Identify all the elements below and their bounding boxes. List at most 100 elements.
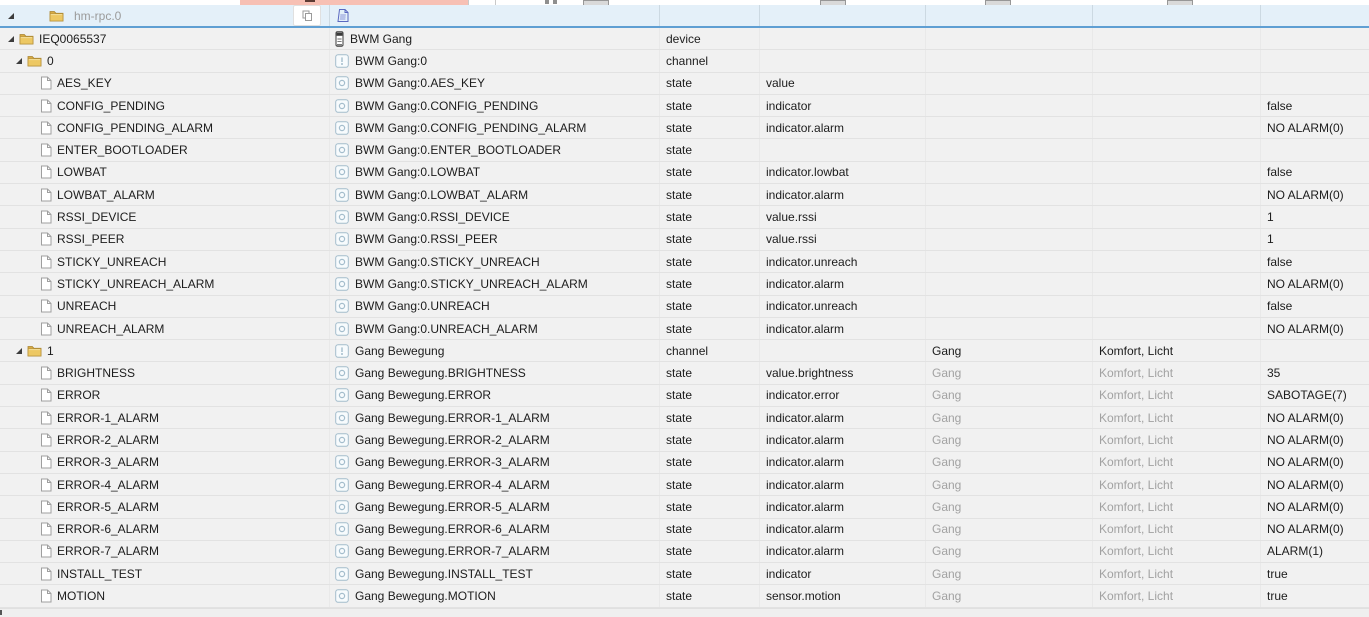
object-name-cell: BWM Gang:0.UNREACH_ALARM — [330, 317, 660, 340]
copy-id-button[interactable] — [293, 5, 321, 26]
tree-cell: ENTER_BOOTLOADER — [0, 139, 330, 161]
room-cell-text: Gang — [932, 566, 962, 581]
tree-item-label: ENTER_BOOTLOADER — [57, 143, 188, 158]
object-name-cell: Gang Bewegung.ERROR-4_ALARM — [330, 473, 660, 496]
room-cell-text: Gang — [932, 455, 962, 470]
table-row[interactable]: ERROR-2_ALARM Gang Bewegung.ERROR-2_ALARM… — [0, 429, 1369, 452]
tree-item-label: ERROR-2_ALARM — [57, 432, 160, 447]
type-cell: state — [660, 540, 760, 563]
state-icon — [335, 277, 349, 291]
table-row[interactable]: UNREACH_ALARM BWM Gang:0.UNREACH_ALARM sta… — [0, 317, 1369, 341]
function-cell — [1093, 250, 1261, 273]
table-row[interactable]: 1 Gang Bewegung channel Gang Komfort, Licht — [0, 340, 1369, 363]
value-cell-text: NO ALARM(0) — [1267, 410, 1344, 425]
function-cell: Komfort, Licht — [1093, 518, 1261, 540]
value-cell-text: false — [1267, 254, 1293, 269]
value-cell — [1261, 73, 1369, 94]
object-name-cell: BWM Gang:0.RSSI_DEVICE — [330, 206, 660, 228]
expander-icon[interactable] — [7, 12, 15, 20]
type-cell-text: state — [666, 410, 693, 425]
table-row[interactable]: LOWBAT_ALARM BWM Gang:0.LOWBAT_ALARM state… — [0, 184, 1369, 207]
value-cell: false — [1261, 162, 1369, 183]
toolbar-button-fragment[interactable] — [583, 0, 609, 5]
table-row[interactable]: ERROR-1_ALARM Gang Bewegung.ERROR-1_ALARM… — [0, 407, 1369, 430]
room-cell — [926, 317, 1093, 340]
object-name-cell: Gang Bewegung.ERROR-3_ALARM — [330, 451, 660, 473]
table-row[interactable]: LOWBAT BWM Gang:0.LOWBAT state indicator.lo… — [0, 161, 1369, 185]
role-cell: indicator.alarm — [760, 451, 926, 473]
tree-item-label: INSTALL_TEST — [57, 566, 143, 581]
tree-row-root[interactable]: hm-rpc.0 — [0, 5, 1369, 28]
value-cell-text: false — [1267, 165, 1293, 180]
table-row[interactable]: STICKY_UNREACH_ALARM BWM Gang:0.STICKY_UN… — [0, 273, 1369, 296]
object-name-cell: BWM Gang:0.ENTER_BOOTLOADER — [330, 139, 660, 161]
type-cell-text: state — [666, 210, 693, 225]
function-cell-text: Komfort, Licht — [1099, 589, 1174, 604]
expander-icon[interactable] — [7, 35, 15, 43]
table-row[interactable]: ERROR-3_ALARM Gang Bewegung.ERROR-3_ALARM… — [0, 451, 1369, 474]
table-row[interactable]: 0 BWM Gang:0 channel — [0, 50, 1369, 73]
table-row[interactable]: BRIGHTNESS Gang Bewegung.BRIGHTNESS state v… — [0, 362, 1369, 385]
role-cell: indicator.unreach — [760, 295, 926, 317]
function-cell — [1093, 72, 1261, 94]
table-row[interactable]: UNREACH BWM Gang:0.UNREACH state indicator.… — [0, 295, 1369, 318]
table-row[interactable]: IEQ0065537 BWM Gang device — [0, 28, 1369, 51]
object-name-label: Gang Bewegung — [355, 343, 445, 358]
role-cell: indicator.unreach — [760, 250, 926, 273]
expander-icon[interactable] — [15, 57, 23, 65]
room-cell — [926, 72, 1093, 94]
toolbar-button-fragment[interactable] — [985, 0, 1011, 5]
value-cell-text: NO ALARM(0) — [1267, 187, 1344, 202]
value-cell-text: NO ALARM(0) — [1267, 432, 1344, 447]
table-row[interactable]: CONFIG_PENDING_ALARM BWM Gang:0.CONFIG_PE… — [0, 117, 1369, 140]
bottom-scroll-strip[interactable] — [0, 608, 1369, 617]
table-row[interactable]: ERROR-6_ALARM Gang Bewegung.ERROR-6_ALARM… — [0, 518, 1369, 541]
tree-cell: CONFIG_PENDING_ALARM — [0, 117, 330, 139]
file-icon — [40, 232, 52, 246]
function-cell — [1093, 50, 1261, 72]
role-cell-text: value.rssi — [766, 210, 817, 225]
object-name-cell: Gang Bewegung.ERROR-2_ALARM — [330, 429, 660, 451]
value-cell — [1261, 139, 1369, 160]
expander-icon[interactable] — [15, 347, 23, 355]
table-row[interactable]: AES_KEY BWM Gang:0.AES_KEY state value — [0, 72, 1369, 95]
tree-item-label: UNREACH — [57, 299, 117, 314]
state-icon — [335, 321, 349, 336]
table-row[interactable]: STICKY_UNREACH BWM Gang:0.STICKY_UNREACH s… — [0, 250, 1369, 274]
function-cell-text: Komfort, Licht — [1099, 544, 1174, 559]
table-row[interactable]: RSSI_PEER BWM Gang:0.RSSI_PEER state value.… — [0, 228, 1369, 251]
table-row[interactable]: CONFIG_PENDING BWM Gang:0.CONFIG_PENDING s… — [0, 94, 1369, 118]
tree-cell: STICKY_UNREACH_ALARM — [0, 273, 330, 295]
file-icon — [40, 478, 52, 492]
room-cell: Gang — [926, 451, 1093, 473]
object-name-label: Gang Bewegung.ERROR — [355, 388, 492, 403]
object-name-cell: Gang Bewegung.ERROR-5_ALARM — [330, 496, 660, 518]
role-cell-text: sensor.motion — [766, 589, 841, 604]
room-cell: Gang — [926, 429, 1093, 451]
type-cell-text: state — [666, 432, 693, 447]
tree-item-label: 0 — [47, 53, 54, 68]
root-name-cell — [330, 5, 660, 26]
type-cell-text: state — [666, 165, 693, 180]
table-row[interactable]: ERROR-7_ALARM Gang Bewegung.ERROR-7_ALARM… — [0, 540, 1369, 564]
room-cell — [926, 94, 1093, 117]
type-cell: state — [660, 228, 760, 250]
table-row[interactable]: ERROR-5_ALARM Gang Bewegung.ERROR-5_ALARM… — [0, 496, 1369, 519]
room-cell — [926, 28, 1093, 50]
file-icon — [40, 522, 52, 536]
function-cell: Komfort, Licht — [1093, 473, 1261, 496]
type-cell: state — [660, 317, 760, 340]
toolbar-button-fragment[interactable] — [820, 0, 846, 5]
table-row[interactable]: ERROR Gang Bewegung.ERROR state indicator.e… — [0, 384, 1369, 408]
table-row[interactable]: MOTION Gang Bewegung.MOTION state sensor.mo… — [0, 585, 1369, 608]
state-icon — [335, 299, 349, 314]
tree-cell: INSTALL_TEST — [0, 563, 330, 585]
function-cell-text: Komfort, Licht — [1099, 343, 1174, 358]
table-row[interactable]: ENTER_BOOTLOADER BWM Gang:0.ENTER_BOOTLOA… — [0, 139, 1369, 162]
role-cell-text: indicator.alarm — [766, 120, 845, 135]
table-row[interactable]: INSTALL_TEST Gang Bewegung.INSTALL_TEST st… — [0, 563, 1369, 586]
table-row[interactable]: RSSI_DEVICE BWM Gang:0.RSSI_DEVICE state va… — [0, 206, 1369, 229]
table-row[interactable]: ERROR-4_ALARM Gang Bewegung.ERROR-4_ALARM… — [0, 473, 1369, 497]
toolbar-button-fragment[interactable] — [1167, 0, 1193, 5]
type-cell: state — [660, 206, 760, 228]
